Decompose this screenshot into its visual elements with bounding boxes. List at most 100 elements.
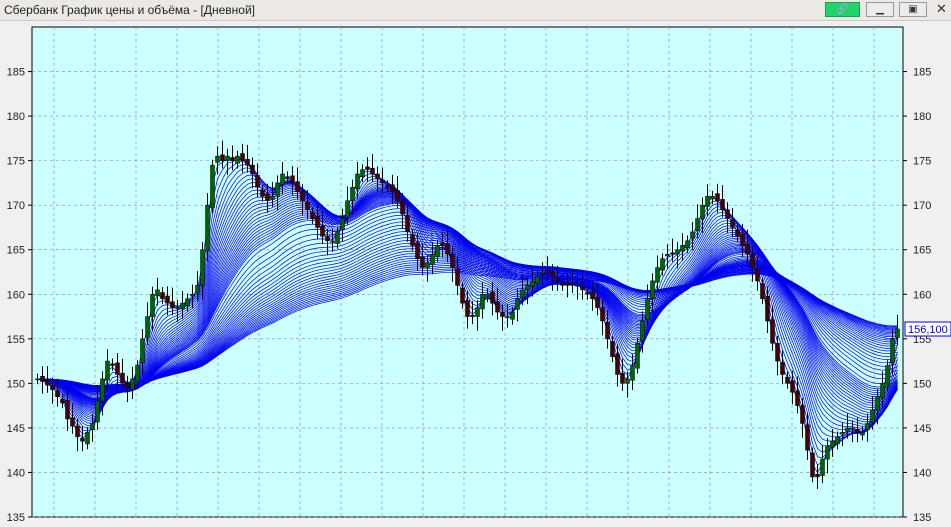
candle-body [785,376,790,384]
candle-body [175,307,180,309]
candle-body [80,437,85,442]
minimize-button[interactable]: ▁ [866,2,894,17]
y-tick-label-right: 160 [913,289,931,301]
y-tick-label-right: 150 [913,378,931,390]
candle-body [630,365,635,381]
y-tick-label-left: 180 [7,111,25,123]
candle-body [525,285,530,291]
candle-body [300,191,305,201]
candle-body [185,298,190,307]
candle-body [820,458,825,476]
candle-body [585,292,590,295]
candle-body [205,204,210,252]
candle-body [275,182,280,197]
candle-body [610,341,615,357]
candle-body [135,365,140,382]
candle-body [860,432,865,436]
candle-body [850,427,855,430]
y-tick-label-left: 175 [7,156,25,168]
candle-body [445,243,450,255]
y-tick-label-left: 140 [7,467,25,479]
candle-body [180,302,185,310]
y-tick-label-right: 180 [913,111,931,123]
candle-body [240,153,245,161]
candle-body [640,320,645,341]
candle-body [395,190,400,201]
candle-body [255,175,260,188]
y-tick-label-right: 165 [913,245,931,257]
y-tick-label-right: 135 [913,512,931,522]
candle-body [210,164,215,209]
candle-body [370,167,375,175]
candle-body [635,343,640,369]
candle-body [95,400,100,423]
candle-body [435,245,440,258]
candle-body [425,262,430,268]
candle-body [325,236,330,242]
candle-body [45,379,50,386]
candle-body [450,253,455,268]
candle-body [165,295,170,304]
candle-body [515,298,520,310]
candle-body [200,249,205,286]
candle-body [290,175,295,184]
candle-body [590,291,595,299]
candle-body [335,231,340,244]
candle-body [125,383,130,389]
candle-body [485,294,490,298]
close-icon: ✕ [936,2,947,17]
candle-body [895,328,900,338]
candle-body [150,294,155,317]
candle-body [235,155,240,164]
candle-body [830,441,835,448]
candle-body [85,432,90,445]
link-button[interactable]: 🔗 [825,2,860,17]
candle-body [740,233,745,246]
candle-body [840,432,845,435]
candle-body [350,187,355,201]
price-chart[interactable]: 135 140 145 150 155 160 165 170 175 180 185 135 140… [0,21,951,524]
candle-body [60,399,65,404]
candle-body [565,282,570,286]
candle-body [400,200,405,215]
candle-body [155,289,160,296]
y-tick-label-right: 175 [913,156,931,168]
candle-body [745,243,750,255]
candle-body [455,268,460,286]
candle-body [665,253,670,257]
candle-body [750,253,755,268]
candle-body [245,159,250,166]
candle-body [230,157,235,161]
candle-body [535,276,540,284]
chart-container[interactable]: 135 140 145 150 155 160 165 170 175 180 185 135 140… [0,21,951,524]
candle-body [285,176,290,179]
candle-body [420,257,425,268]
minimize-icon: ▁ [876,4,884,15]
candle-body [885,365,890,387]
candle-body [310,212,315,219]
candle-body [655,267,660,283]
candle-body [345,200,350,218]
close-button[interactable]: ✕ [932,2,951,17]
candle-body [490,291,495,304]
candle-body [405,215,410,233]
candle-body [650,280,655,299]
candle-body [50,384,55,390]
candle-body [195,285,200,294]
candle-body [575,285,580,287]
candle-body [500,311,505,317]
candle-body [280,173,285,185]
candle-body [110,363,115,366]
restore-button[interactable]: ▣ [899,2,927,17]
candle-body [70,417,75,427]
candle-body [170,301,175,308]
candle-body [35,378,40,381]
y-tick-label-left: 170 [7,200,25,212]
candle-body [540,271,545,275]
window-title: Сбербанк График цены и объёма - [Дневной… [4,3,255,17]
candle-body [835,436,840,445]
candle-body [305,201,310,210]
last-price-label: 156,100 [908,324,948,336]
candle-body [825,445,830,460]
candle-body [360,169,365,177]
